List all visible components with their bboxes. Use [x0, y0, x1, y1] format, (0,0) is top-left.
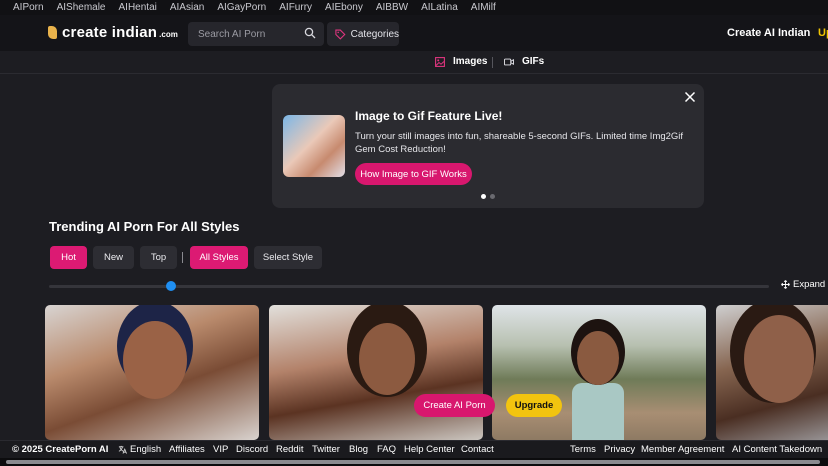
nav-link-aibbw[interactable]: AIBBW: [376, 2, 408, 13]
feature-banner: Image to Gif Feature Live! Turn your sti…: [272, 84, 704, 208]
nav-link-aiebony[interactable]: AIEbony: [325, 2, 363, 13]
media-tabs: Images GIFs: [0, 51, 828, 73]
nav-link-aihentai[interactable]: AIHentai: [119, 2, 157, 13]
all-styles-button[interactable]: All Styles: [190, 246, 248, 269]
create-ai-porn-button[interactable]: Create AI Porn: [414, 394, 495, 417]
banner-thumbnail: [283, 115, 345, 177]
horizontal-scrollbar[interactable]: [0, 458, 828, 466]
portrait-shape: [577, 331, 619, 385]
footer-link-blog[interactable]: Blog: [349, 444, 368, 455]
slider-handle[interactable]: [166, 281, 177, 291]
search-icon[interactable]: [304, 27, 316, 39]
footer-link-vip[interactable]: VIP: [213, 444, 228, 455]
footer-link-reddit[interactable]: Reddit: [276, 444, 303, 455]
footer-link-help-center[interactable]: Help Center: [404, 444, 455, 455]
footer-link-twitter[interactable]: Twitter: [312, 444, 340, 455]
grid-size-slider[interactable]: [49, 285, 769, 288]
expand-icon: [781, 280, 790, 289]
carousel-dot-active[interactable]: [481, 194, 486, 199]
create-ai-indian-link[interactable]: Create AI Indian: [727, 27, 810, 39]
footer-copyright: © 2025 CreatePorn AI: [12, 444, 109, 455]
select-style-button[interactable]: Select Style: [254, 246, 322, 269]
site-footer: © 2025 CreatePorn AI English Affiliates …: [0, 440, 828, 458]
tab-gifs-label: GIFs: [522, 56, 545, 67]
nav-link-aigayporn[interactable]: AIGayPorn: [217, 2, 266, 13]
portrait-shape: [744, 315, 814, 403]
header-divider: [0, 73, 828, 74]
image-card[interactable]: [45, 305, 259, 440]
footer-language[interactable]: English: [130, 444, 161, 455]
scrollbar-thumb[interactable]: [6, 460, 820, 464]
image-card[interactable]: [492, 305, 706, 440]
filter-top-button[interactable]: Top: [140, 246, 177, 269]
footer-link-faq[interactable]: FAQ: [377, 444, 396, 455]
expand-button[interactable]: Expand G: [781, 279, 828, 290]
footer-link-discord[interactable]: Discord: [236, 444, 268, 455]
top-category-nav: AIPorn AIShemale AIHentai AIAsian AIGayP…: [0, 0, 828, 15]
search-input[interactable]: Search AI Porn: [188, 22, 324, 46]
categories-button[interactable]: Categories: [327, 22, 399, 46]
banner-title: Image to Gif Feature Live!: [355, 109, 503, 123]
logo-mark-icon: [48, 26, 57, 39]
dress-shape: [572, 383, 624, 440]
footer-link-affiliates[interactable]: Affiliates: [169, 444, 205, 455]
filter-divider: [182, 252, 183, 263]
categories-label: Categories: [350, 28, 399, 40]
site-logo[interactable]: create indian .com: [48, 24, 178, 41]
nav-link-aiasian[interactable]: AIAsian: [170, 2, 204, 13]
nav-link-aishemale[interactable]: AIShemale: [57, 2, 106, 13]
expand-label: Expand G: [793, 279, 828, 290]
nav-link-aifurry[interactable]: AIFurry: [279, 2, 312, 13]
language-icon: [118, 445, 127, 454]
tab-images[interactable]: Images: [435, 56, 487, 67]
carousel-dot[interactable]: [490, 194, 495, 199]
footer-link-privacy[interactable]: Privacy: [604, 444, 635, 455]
close-icon[interactable]: [684, 91, 696, 103]
site-header: create indian .com Search AI Porn Catego…: [0, 15, 828, 51]
nav-link-aiporn[interactable]: AIPorn: [13, 2, 44, 13]
tab-images-label: Images: [453, 56, 488, 67]
image-icon: [435, 56, 445, 67]
video-icon: [504, 58, 514, 65]
filter-hot-button[interactable]: Hot: [50, 246, 87, 269]
logo-name: create indian: [62, 24, 158, 41]
portrait-shape: [123, 321, 187, 399]
logo-tld: .com: [159, 30, 178, 39]
search-placeholder: Search AI Porn: [198, 28, 266, 40]
nav-link-ailatina[interactable]: AILatina: [421, 2, 458, 13]
tab-divider: [492, 57, 493, 68]
tag-icon: [335, 29, 346, 40]
filter-new-button[interactable]: New: [93, 246, 134, 269]
image-card[interactable]: [269, 305, 483, 440]
upgrade-button[interactable]: Upgrade: [506, 394, 562, 417]
footer-link-terms[interactable]: Terms: [570, 444, 596, 455]
portrait-shape: [359, 323, 415, 395]
tab-gifs[interactable]: GIFs: [504, 56, 544, 67]
nav-link-aimilf[interactable]: AIMilf: [471, 2, 496, 13]
footer-link-member-agreement[interactable]: Member Agreement: [641, 444, 724, 455]
footer-link-content-takedown[interactable]: AI Content Takedown: [732, 444, 822, 455]
section-title: Trending AI Porn For All Styles: [49, 219, 240, 234]
how-image-to-gif-button[interactable]: How Image to GIF Works: [355, 163, 472, 185]
upgrade-link[interactable]: Up: [818, 27, 828, 39]
footer-link-contact[interactable]: Contact: [461, 444, 494, 455]
banner-description: Turn your still images into fun, shareab…: [355, 131, 684, 155]
image-card[interactable]: [716, 305, 828, 440]
